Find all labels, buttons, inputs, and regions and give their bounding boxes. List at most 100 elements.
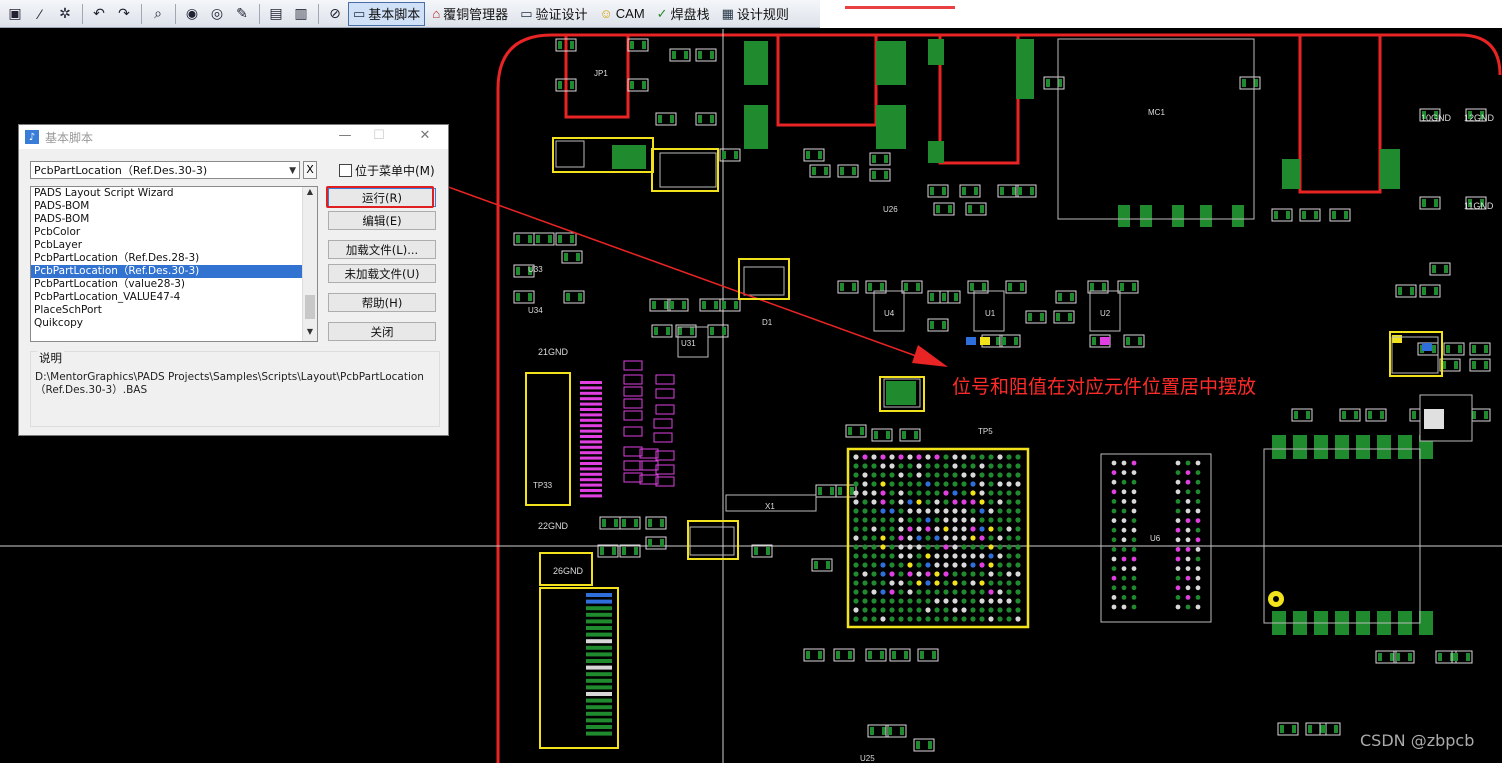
- script-list-item[interactable]: PlaceSchPort: [31, 304, 302, 317]
- cap-pad: [928, 741, 932, 749]
- bga-ball: [988, 616, 994, 622]
- bga-ball: [925, 553, 931, 559]
- cap-pad: [1472, 361, 1476, 369]
- layout-icon[interactable]: ▣: [3, 2, 27, 26]
- cap-pad: [622, 547, 626, 555]
- cap-pad: [698, 51, 702, 59]
- redraw-icon[interactable]: ◎: [205, 2, 229, 26]
- bga-ball: [970, 517, 976, 523]
- u6-ball: [1175, 489, 1181, 495]
- bga-ball: [934, 499, 940, 505]
- gnd-pad: [1172, 205, 1184, 227]
- bga-ball: [871, 598, 877, 604]
- toolbar-button-design-rules[interactable]: ▦ 设计规则: [717, 2, 794, 26]
- report-icon[interactable]: ▤: [264, 2, 288, 26]
- toolbar-button-cam[interactable]: ☺ CAM: [595, 2, 650, 26]
- u6-ball: [1111, 470, 1117, 475]
- view-icon[interactable]: ◉: [180, 2, 204, 26]
- script-list-item[interactable]: PcbPartLocation（Ref.Des.30-3): [31, 265, 302, 278]
- connector-pin: [586, 711, 612, 716]
- bga-ball: [934, 490, 940, 496]
- cap-pad: [670, 115, 674, 123]
- bga-ball: [979, 544, 985, 550]
- script-list-item[interactable]: PcbPartLocation_VALUE47-4: [31, 291, 302, 304]
- cap-pad: [1410, 287, 1414, 295]
- cap-pad: [766, 547, 770, 555]
- script-combo-value: PcbPartLocation（Ref.Des.30-3): [34, 164, 208, 177]
- toolbar-button-padstack[interactable]: ✓ 焊盘栈: [652, 2, 715, 26]
- cap-pad: [836, 651, 840, 659]
- bga-ball: [880, 472, 886, 478]
- chevron-down-icon[interactable]: ▼: [289, 162, 296, 180]
- u6-ball: [1131, 470, 1137, 475]
- pen-icon[interactable]: ✎: [230, 2, 254, 26]
- route-icon[interactable]: ⁄: [28, 2, 52, 26]
- u6-ball: [1185, 575, 1191, 581]
- script-list-item[interactable]: PcbPartLocation（Ref.Des.28-3): [31, 252, 302, 265]
- toolbar-button-script[interactable]: ▭ 基本脚本: [348, 1, 426, 26]
- toolbar-button-pour-manager[interactable]: ⌂ 覆铜管理器: [427, 2, 513, 26]
- maximize-icon[interactable]: ☐: [365, 128, 393, 143]
- bga-ball: [934, 508, 940, 514]
- in-menu-checkbox[interactable]: 位于菜单中(M): [339, 162, 435, 179]
- close-icon[interactable]: ✕: [411, 128, 439, 143]
- pcb-label-11gnd: 11GND: [1464, 201, 1494, 211]
- bga-ball: [952, 544, 958, 550]
- bga-ball: [916, 481, 922, 487]
- led-pad: [886, 381, 916, 405]
- script-list-item[interactable]: Quikcopy: [31, 317, 302, 330]
- bga-ball: [979, 463, 985, 469]
- u6-ball: [1195, 566, 1201, 571]
- listbox-scrollbar[interactable]: ▲ ▼: [302, 187, 317, 341]
- cap-pad: [904, 283, 908, 291]
- bga-ball: [889, 535, 895, 541]
- bga-ball: [880, 463, 886, 469]
- cap-pad: [622, 519, 626, 527]
- load-file-button[interactable]: 加载文件(L)...: [328, 240, 436, 259]
- script-combo[interactable]: PcbPartLocation（Ref.Des.30-3) ▼: [30, 161, 300, 179]
- cap-pad: [824, 167, 828, 175]
- verify-icon[interactable]: ⊘: [323, 2, 347, 26]
- script-list-item[interactable]: PcbColor: [31, 226, 302, 239]
- edit-button[interactable]: 编辑(E): [328, 211, 436, 230]
- chip-body: [689, 526, 735, 556]
- bga-ball: [979, 454, 985, 460]
- script-listbox[interactable]: PADS Layout Script Wizard PADS-BOM PADS-BO…: [30, 186, 318, 342]
- cap-pad: [666, 327, 670, 335]
- bga-ball: [979, 499, 985, 505]
- help-button[interactable]: 帮助(H): [328, 293, 436, 312]
- scroll-thumb[interactable]: [305, 295, 315, 319]
- bga-ball: [988, 481, 994, 487]
- checkbox-box[interactable]: [339, 164, 352, 177]
- board-icon[interactable]: ▥: [289, 2, 313, 26]
- u6-ball: [1121, 508, 1127, 514]
- bga-ball: [907, 544, 913, 550]
- fanout-icon[interactable]: ✲: [53, 2, 77, 26]
- bga-ball: [934, 517, 940, 523]
- bga-ball: [862, 472, 868, 478]
- unload-file-button[interactable]: 未加载文件(U): [328, 264, 436, 283]
- toolbar-button-verify-design[interactable]: ▭ 验证设计: [515, 2, 592, 26]
- close-button[interactable]: 关闭: [328, 322, 436, 341]
- u6-ball: [1185, 460, 1191, 466]
- bga-ball: [997, 607, 1003, 613]
- cap-pad: [818, 487, 822, 495]
- minimize-icon[interactable]: —: [331, 128, 359, 143]
- connector-pin: [586, 599, 612, 604]
- dialog-titlebar[interactable]: ♪ 基本脚本 — ☐ ✕: [19, 125, 448, 149]
- cap-pad: [852, 283, 856, 291]
- zoom-icon[interactable]: ⌕: [146, 2, 170, 26]
- undo-icon[interactable]: ↶: [87, 2, 111, 26]
- script-list-item[interactable]: PcbLayer: [31, 239, 302, 252]
- bga-ball: [862, 616, 868, 622]
- bga-ball: [970, 508, 976, 514]
- scroll-up-icon[interactable]: ▲: [303, 187, 317, 201]
- script-list-item[interactable]: PcbPartLocation（value28-3): [31, 278, 302, 291]
- redo-icon[interactable]: ↷: [112, 2, 136, 26]
- combo-clear-button[interactable]: X: [303, 161, 317, 179]
- script-list-item[interactable]: PADS-BOM: [31, 200, 302, 213]
- silk-box-u6small: [651, 148, 719, 192]
- script-list-item[interactable]: PADS-BOM: [31, 213, 302, 226]
- script-list-item[interactable]: PADS Layout Script Wizard: [31, 187, 302, 200]
- scroll-down-icon[interactable]: ▼: [303, 327, 317, 341]
